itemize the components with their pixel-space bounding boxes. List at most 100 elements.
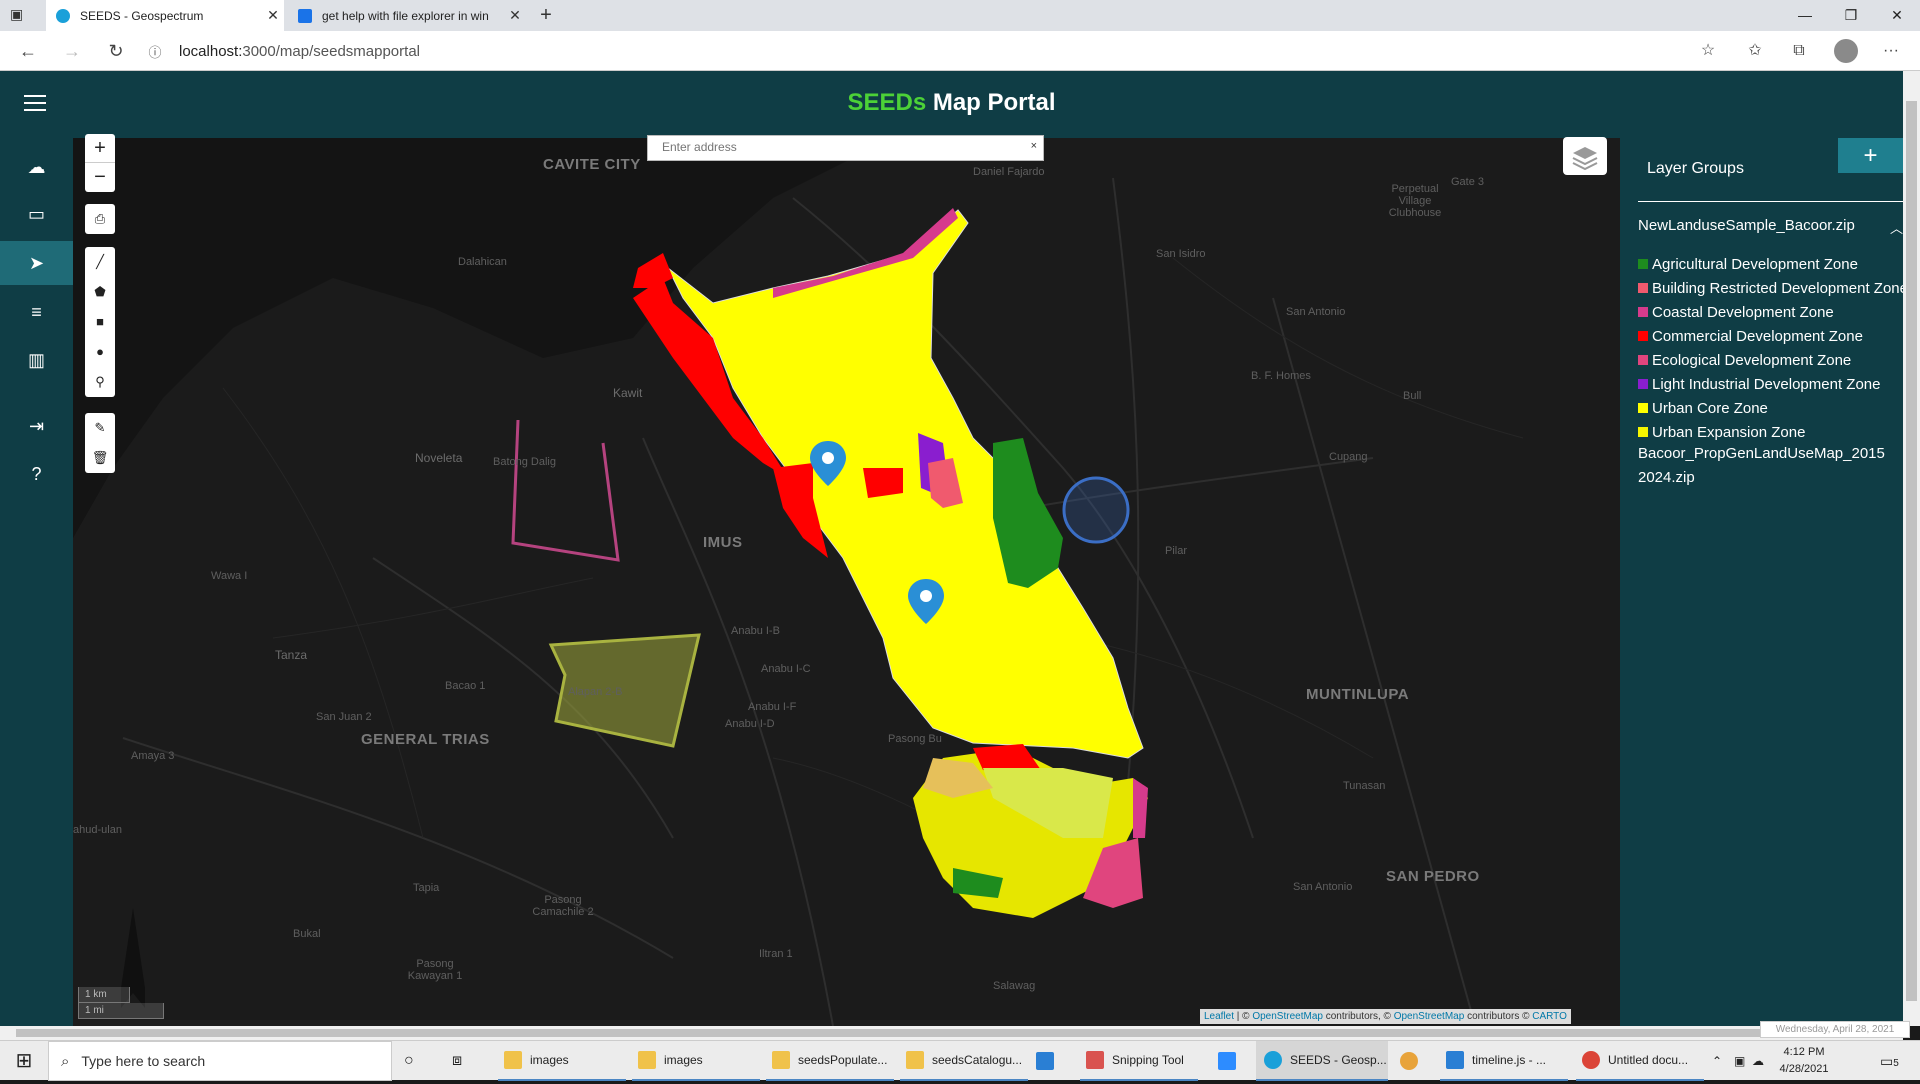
layer-file-item[interactable]: NewLanduseSample_Bacoor.zip	[1638, 217, 1855, 234]
chevron-up-icon[interactable]: ︿	[1890, 218, 1903, 237]
collections-icon[interactable]: ⧉	[1788, 40, 1810, 62]
layer-file-item-cont[interactable]: 2024.zip	[1638, 469, 1695, 486]
legend-item[interactable]: Urban Expansion Zone	[1638, 420, 1903, 444]
tray-weather-icon[interactable]: ☁	[1752, 1041, 1764, 1081]
task-view-icon[interactable]: ⧈	[452, 1041, 476, 1081]
tray-meet-icon[interactable]: ▣	[1734, 1041, 1745, 1081]
map-label: MUNTINLUPA	[1306, 686, 1410, 703]
layers-control[interactable]	[1563, 137, 1607, 175]
swatch	[1638, 307, 1648, 317]
draw-line-icon[interactable]: ╱	[85, 247, 115, 277]
back-button[interactable]: ←	[16, 39, 40, 63]
draw-polygon-icon[interactable]: ⬟	[85, 277, 115, 307]
carto-link[interactable]: CARTO	[1532, 1011, 1567, 1022]
info-icon[interactable]: ⓘ	[145, 42, 165, 61]
map-label: Gate 3	[1451, 176, 1485, 188]
vertical-scrollbar[interactable]	[1903, 71, 1920, 1026]
leaflet-link[interactable]: Leaflet	[1204, 1011, 1234, 1022]
close-icon[interactable]: ✕	[262, 7, 284, 24]
taskbar-app[interactable]: Snipping Tool	[1080, 1041, 1198, 1081]
zoom-out-button[interactable]: −	[85, 163, 115, 192]
mail-icon[interactable]	[1036, 1041, 1066, 1081]
forward-button[interactable]: →	[60, 39, 84, 63]
draw-marker-icon[interactable]: ⚲	[85, 367, 115, 397]
new-tab-button[interactable]: +	[534, 3, 558, 27]
scroll-thumb[interactable]	[1906, 101, 1917, 1001]
system-clock[interactable]: 4:12 PM 4/28/2021	[1774, 1044, 1834, 1078]
taskbar-app[interactable]: images	[632, 1041, 760, 1081]
tab-actions-icon[interactable]: ▣	[10, 6, 38, 26]
print-control: ⎙	[85, 204, 115, 234]
zoom-in-button[interactable]: +	[85, 134, 115, 163]
upload-cloud-icon[interactable]: ☁	[0, 145, 73, 189]
delete-layers-icon[interactable]: 🗑	[85, 443, 115, 473]
legend-label: Building Restricted Development Zone	[1652, 279, 1903, 297]
map-canvas[interactable]: CAVITE CITY Daniel Fajardo Perpetual Vil…	[73, 138, 1620, 1026]
legend-item[interactable]: Agricultural Development Zone	[1638, 252, 1903, 276]
notification-icon[interactable]: ▭5	[1880, 1041, 1899, 1081]
map-label: Anabu I-F	[748, 701, 797, 713]
legend-item[interactable]: Coastal Development Zone	[1638, 300, 1903, 324]
logout-icon[interactable]: ⇥	[0, 404, 73, 448]
taskbar-app[interactable]: Untitled docu...	[1576, 1041, 1704, 1081]
folder-icon	[638, 1051, 656, 1069]
close-window-button[interactable]: ✕	[1874, 0, 1920, 31]
clear-icon[interactable]: ×	[1031, 140, 1037, 152]
tray-chevron-icon[interactable]: ⌃	[1712, 1041, 1722, 1081]
filter-icon[interactable]: ≡	[0, 290, 73, 334]
reload-button[interactable]: ↻	[104, 39, 128, 63]
draw-circle-icon[interactable]: ●	[85, 337, 115, 367]
map-label: Anabu I-D	[725, 718, 775, 730]
taskbar-app[interactable]: timeline.js - ...	[1440, 1041, 1568, 1081]
print-icon[interactable]: ⎙	[85, 204, 115, 234]
taskbar-app[interactable]: images	[498, 1041, 626, 1081]
favorites-icon[interactable]: ✩	[1744, 40, 1766, 62]
help-icon[interactable]: ?	[0, 452, 73, 496]
taskbar-app[interactable]: seedsPopulate...	[766, 1041, 894, 1081]
map-label: Dalahican	[458, 256, 507, 268]
legend-item[interactable]: Building Restricted Development Zone	[1638, 276, 1903, 300]
attrib-text: | ©	[1234, 1011, 1253, 1022]
taskbar-search[interactable]: ⌕ Type here to search	[48, 1041, 392, 1081]
draw-toolbar: ╱ ⬟ ■ ● ⚲	[85, 247, 115, 397]
sidebar: ☁ ▭ ➤ ≡ ▥ ⇥ ?	[0, 138, 73, 1026]
taskbar: ⊞ ⌕ Type here to search ○ ⧈ images image…	[0, 1040, 1920, 1081]
zoom-app-icon[interactable]	[1218, 1041, 1248, 1081]
profile-avatar[interactable]	[1834, 39, 1858, 63]
favorite-star-icon[interactable]: ☆	[1697, 40, 1719, 62]
draw-rectangle-icon[interactable]: ■	[85, 307, 115, 337]
navigate-icon[interactable]: ➤	[0, 241, 73, 285]
restore-button[interactable]: ❐	[1828, 0, 1874, 31]
scroll-thumb[interactable]	[16, 1029, 1786, 1037]
more-menu-icon[interactable]: ···	[1880, 40, 1902, 62]
folder-icon[interactable]: ▭	[0, 192, 73, 236]
osm-link[interactable]: OpenStreetMap	[1252, 1011, 1323, 1022]
close-icon[interactable]: ✕	[504, 7, 526, 24]
map-label: Daniel Fajardo	[973, 166, 1045, 178]
tab-seeds[interactable]: SEEDS - Geospectrum ✕	[46, 0, 284, 31]
chrome-icon[interactable]	[1400, 1041, 1430, 1081]
cortana-icon[interactable]: ○	[404, 1041, 428, 1081]
legend-item[interactable]: Ecological Development Zone	[1638, 348, 1903, 372]
map-label: San Isidro	[1156, 248, 1206, 260]
layer-file-item[interactable]: Bacoor_PropGenLandUseMap_2015	[1638, 445, 1885, 462]
legend-item[interactable]: Urban Core Zone	[1638, 396, 1903, 420]
map-label: San Juan 2	[316, 711, 372, 723]
taskbar-app[interactable]: seedsCatalogu...	[900, 1041, 1028, 1081]
divider	[1638, 201, 1903, 202]
add-layer-group-button[interactable]: +	[1838, 138, 1903, 173]
edit-layers-icon[interactable]: ✎	[85, 413, 115, 443]
legend-item[interactable]: Light Industrial Development Zone	[1638, 372, 1903, 396]
legend-item[interactable]: Commercial Development Zone	[1638, 324, 1903, 348]
taskbar-app[interactable]: SEEDS - Geosp...	[1256, 1041, 1388, 1081]
tab-bing-search[interactable]: get help with file explorer in win ✕	[288, 0, 526, 31]
url-field[interactable]: ⓘ localhost:3000/map/seedsmapportal	[145, 37, 1705, 65]
osm-link[interactable]: OpenStreetMap	[1394, 1011, 1465, 1022]
address-search-input[interactable]	[662, 140, 1012, 154]
chrome-docs-icon	[1582, 1051, 1600, 1069]
swatch	[1638, 259, 1648, 269]
windows-start-icon[interactable]: ⊞	[0, 1041, 48, 1081]
bar-chart-icon[interactable]: ▥	[0, 338, 73, 382]
horizontal-scrollbar[interactable]	[0, 1026, 1903, 1040]
minimize-button[interactable]: —	[1782, 0, 1828, 31]
